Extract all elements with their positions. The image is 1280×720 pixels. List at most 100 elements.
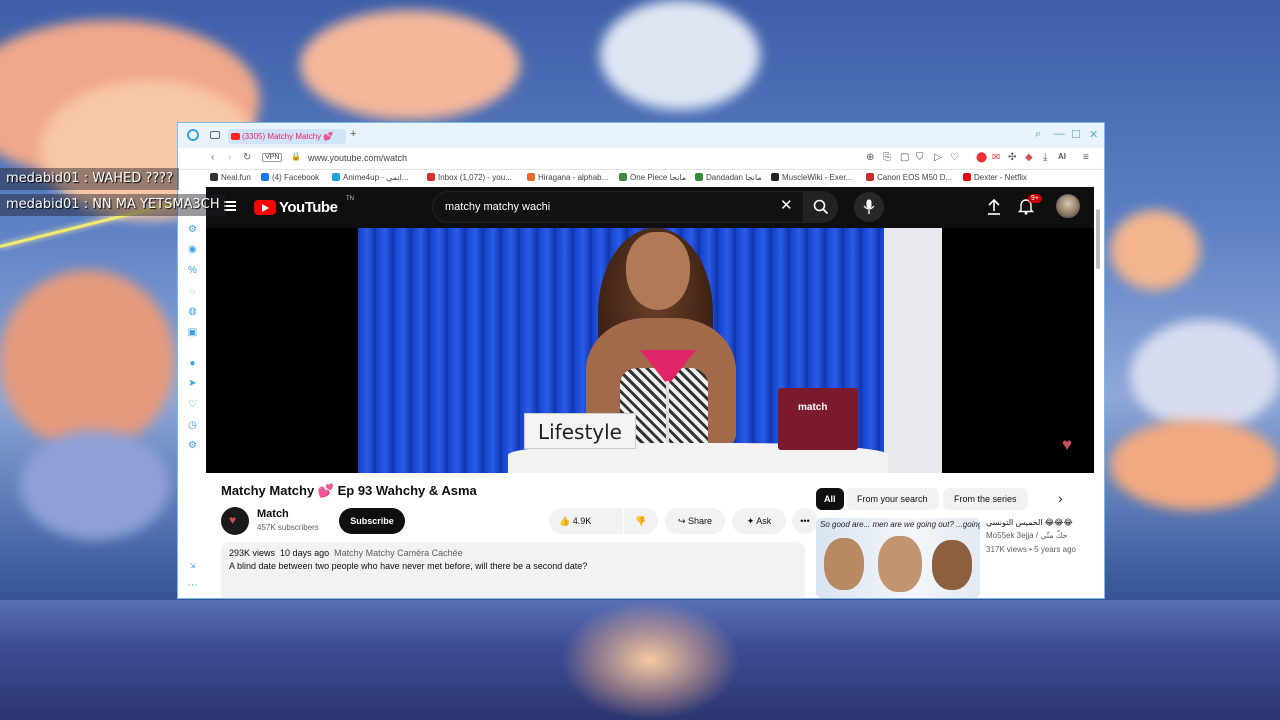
megaphone-icon[interactable]: ✉ xyxy=(992,152,1000,163)
bookmark-label: Anime4up - انمي... xyxy=(343,173,409,182)
address-bar: ‹ › ↻ VPN 🔒 www.youtube.com/watch ⊕ ⎘ ▢ … xyxy=(178,148,1104,170)
shield-icon[interactable]: ⛉ xyxy=(916,152,924,163)
whatsapp-icon[interactable]: ◍ xyxy=(187,306,198,317)
expand-icon[interactable]: ⇲ xyxy=(187,561,198,572)
send-icon[interactable]: ➤ xyxy=(187,378,198,389)
more-actions-button[interactable]: ••• xyxy=(792,508,818,534)
bookmark-label: Dexter - Netflix xyxy=(974,173,1027,182)
favorites-icon[interactable]: ♡ xyxy=(187,399,198,410)
search-input[interactable]: matchy matchy wachi xyxy=(432,191,804,223)
bookmark-item[interactable]: MuscleWiki - Exer... xyxy=(771,173,852,182)
url-field[interactable]: www.youtube.com/watch xyxy=(308,153,407,163)
minimize-icon[interactable]: — xyxy=(1054,128,1065,140)
browser-menu-icon[interactable] xyxy=(187,129,199,141)
share-button[interactable]: ↪ Share xyxy=(665,508,725,534)
lock-icon[interactable]: 🔒 xyxy=(291,152,301,161)
search-button[interactable] xyxy=(804,191,838,223)
tab-youtube[interactable]: (3305) Matchy Matchy 💕 xyxy=(228,129,346,144)
upload-icon[interactable] xyxy=(986,198,1002,221)
chat-icon[interactable]: ◌ xyxy=(187,286,198,297)
chip-from-series[interactable]: From the series xyxy=(943,488,1028,510)
bookmark-item[interactable]: Dandadan مانجا xyxy=(695,173,762,182)
history-icon[interactable]: ◷ xyxy=(187,420,198,431)
channel-name[interactable]: Match xyxy=(257,508,289,520)
bookmark-item[interactable]: One Piece مانجا xyxy=(619,173,686,182)
subscribe-button[interactable]: Subscribe xyxy=(339,508,405,534)
recommendation-thumbnail[interactable]: So good are... men are we going out? ...… xyxy=(816,518,980,598)
bookmark-icon[interactable]: ⎘ xyxy=(883,152,891,163)
recommendation-channel[interactable]: Mo55ek 3ejja / حكّ متّي xyxy=(986,531,1068,540)
bookmark-item[interactable]: Canon EOS M50 D... xyxy=(866,173,952,182)
upload-date: 10 days ago xyxy=(280,548,330,558)
settings-icon[interactable]: ⚙ xyxy=(187,224,198,235)
bookmark-item[interactable]: Inbox (1,072) - you... xyxy=(427,173,512,182)
youtube-play-icon xyxy=(254,200,276,215)
gear-icon[interactable]: ⚙ xyxy=(187,440,198,451)
spotify-icon[interactable]: ● xyxy=(187,358,198,369)
mic-icon xyxy=(863,199,875,214)
ai-button[interactable]: AI xyxy=(1058,152,1066,161)
chip-all[interactable]: All xyxy=(816,488,844,510)
bookmark-label: Dandadan مانجا xyxy=(706,173,762,182)
chat-user: medabid01 xyxy=(6,171,80,186)
scrollbar[interactable] xyxy=(1096,209,1100,269)
bookmark-favicon xyxy=(866,173,874,181)
play-icon[interactable]: ▷ xyxy=(934,152,942,163)
zoom-icon[interactable]: ⊕ xyxy=(866,152,874,163)
percent-icon[interactable]: % xyxy=(187,265,198,276)
messenger-icon[interactable]: ◉ xyxy=(187,244,198,255)
channel-avatar[interactable] xyxy=(221,507,249,535)
video-player[interactable]: match Lifestyle ♥ xyxy=(206,228,1094,473)
extensions-icon[interactable]: ✣ xyxy=(1008,152,1016,163)
bookmark-label: (4) Facebook xyxy=(272,173,320,182)
heart-icon[interactable]: ♡ xyxy=(950,152,959,163)
close-icon[interactable]: ✕ xyxy=(1089,128,1098,141)
chip-from-search[interactable]: From your search xyxy=(846,488,939,510)
bookmark-item[interactable]: Neal.fun xyxy=(210,173,251,182)
bookmark-item[interactable]: (4) Facebook xyxy=(261,173,319,182)
adblock-icon[interactable]: ⬤ xyxy=(976,152,987,163)
reload-icon[interactable]: ↻ xyxy=(243,152,251,163)
chevron-right-icon[interactable]: › xyxy=(1058,490,1063,506)
bookmark-favicon xyxy=(771,173,779,181)
hamburger-icon[interactable] xyxy=(224,201,236,211)
search-tabs-icon[interactable]: ⌕ xyxy=(1035,128,1041,141)
more-icon[interactable]: ⋯ xyxy=(187,580,198,591)
clear-search-icon[interactable]: ✕ xyxy=(780,196,793,214)
bookmark-item[interactable]: Dexter - Netflix xyxy=(963,173,1027,182)
recommendation-title[interactable]: الخميس التونسي 😂😂😂 xyxy=(986,518,1086,527)
instagram-icon[interactable]: ▣ xyxy=(187,327,198,338)
video-title: Matchy Matchy 💕 Ep 93 Wahchy & Asma xyxy=(221,483,477,498)
share-label: Share xyxy=(688,516,713,526)
bookmark-favicon xyxy=(619,173,627,181)
game-icon[interactable]: ◆ xyxy=(1025,152,1033,163)
screenshot-icon[interactable]: ▢ xyxy=(900,152,909,163)
avatar[interactable] xyxy=(1056,194,1080,218)
dislike-button[interactable]: 👎 xyxy=(624,508,658,534)
tab-manager-icon[interactable] xyxy=(210,131,220,139)
bookmark-item[interactable]: Hiragana - alphab... xyxy=(527,173,608,182)
bookmark-favicon xyxy=(332,173,340,181)
ask-button[interactable]: ✦ Ask xyxy=(732,508,786,534)
plus-icon[interactable]: + xyxy=(350,128,356,140)
description-box[interactable]: 293K views 10 days ago Matchy Matchy Cam… xyxy=(221,542,805,598)
bookmark-favicon xyxy=(210,173,218,181)
bookmark-item[interactable]: Anime4up - انمي... xyxy=(332,173,409,182)
series-tag[interactable]: Matchy Matchy Caméra Cachée xyxy=(334,548,463,558)
back-icon[interactable]: ‹ xyxy=(211,152,214,163)
forward-icon[interactable]: › xyxy=(228,152,231,163)
download-icon[interactable]: ⤓ xyxy=(1043,152,1047,163)
search-query: matchy matchy wachi xyxy=(445,201,551,213)
channel-watermark-icon[interactable]: ♥ xyxy=(1062,435,1084,455)
maximize-icon[interactable]: ☐ xyxy=(1071,128,1081,141)
bookmark-label: Neal.fun xyxy=(221,173,251,182)
voice-search-button[interactable] xyxy=(854,192,884,222)
like-button[interactable]: 👍 4.9K xyxy=(549,508,623,534)
video-frame: match Lifestyle xyxy=(358,228,942,473)
thumbs-up-icon: 👍 xyxy=(559,516,571,526)
vpn-badge[interactable]: VPN xyxy=(262,153,283,162)
menu-icon[interactable]: ≡ xyxy=(1083,152,1089,163)
product-box xyxy=(778,388,858,450)
ask-label: Ask xyxy=(756,516,772,526)
chat-text: : NN MA YETSMA3CH xyxy=(83,197,220,212)
